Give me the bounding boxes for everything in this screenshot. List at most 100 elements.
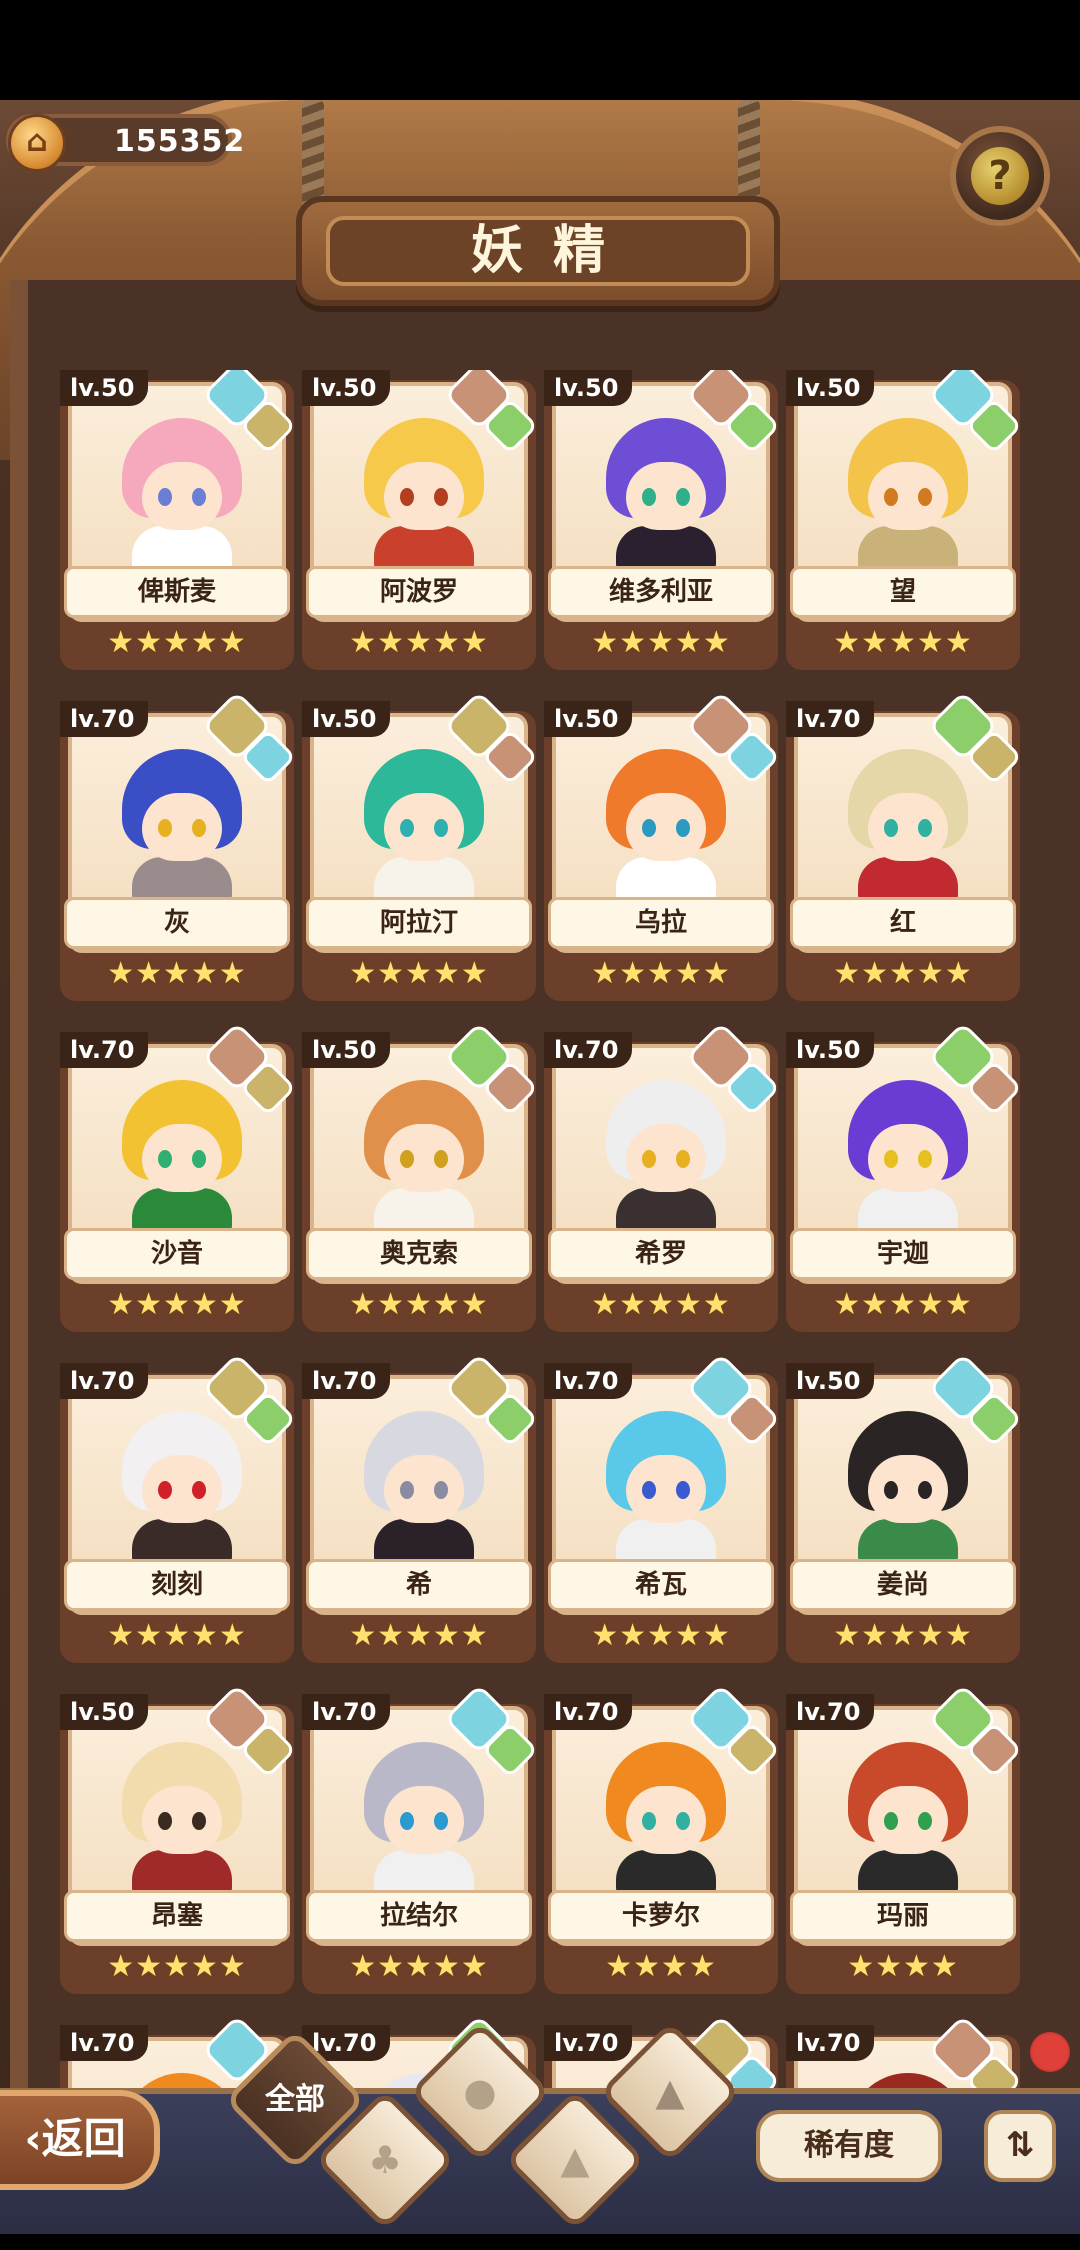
fairy-card[interactable]: lv.70 红 ★★★★★ bbox=[786, 690, 1020, 1001]
star-rating: ★★★★★ bbox=[349, 1287, 489, 1322]
portrait-body bbox=[374, 1850, 474, 1894]
fairy-card[interactable]: lv.50 昂塞 ★★★★★ bbox=[60, 1683, 297, 1994]
star-rating: ★★★★★ bbox=[833, 1287, 973, 1322]
star-rating: ★★★★★ bbox=[833, 625, 973, 660]
fairy-card[interactable]: lv.50 乌拉 ★★★★★ bbox=[544, 690, 781, 1001]
portrait-eye bbox=[434, 1812, 448, 1830]
portrait-body bbox=[858, 1188, 958, 1232]
chevron-left-icon: ‹ bbox=[24, 2114, 42, 2163]
fairy-card[interactable]: lv.50 宇迦 ★★★★★ bbox=[786, 1021, 1020, 1332]
star-rating: ★★★★ bbox=[605, 1949, 717, 1984]
fairy-card[interactable]: lv.70 沙音 ★★★★★ bbox=[60, 1021, 297, 1332]
fairy-card[interactable]: lv.50 望 ★★★★★ bbox=[786, 370, 1020, 670]
back-button[interactable]: ‹返回 bbox=[0, 2090, 160, 2190]
fairy-name: 俾斯麦 bbox=[64, 566, 290, 618]
fairy-level: lv.50 bbox=[786, 1363, 875, 1399]
portrait-eye bbox=[192, 1150, 206, 1168]
portrait-face bbox=[626, 1455, 706, 1523]
portrait-eye bbox=[642, 1812, 656, 1830]
sort-order-icon: ⇅ bbox=[1005, 2125, 1035, 2165]
fairy-portrait bbox=[596, 418, 736, 570]
fairy-level: lv.50 bbox=[302, 370, 391, 406]
fairy-card[interactable]: lv.50 俾斯麦 ★★★★★ bbox=[60, 370, 297, 670]
portrait-eye bbox=[676, 488, 690, 506]
star-rating: ★★★★★ bbox=[591, 956, 731, 991]
page-title: 妖精 bbox=[326, 216, 750, 286]
fairy-name: 阿波罗 bbox=[306, 566, 532, 618]
fairy-name: 红 bbox=[790, 897, 1016, 949]
fairy-level: lv.70 bbox=[60, 1363, 149, 1399]
fairy-name: 希 bbox=[306, 1559, 532, 1611]
fairy-card[interactable]: lv.70 玛丽 ★★★★ bbox=[786, 1683, 1020, 1994]
fairy-name: 希瓦 bbox=[548, 1559, 774, 1611]
portrait-face bbox=[142, 462, 222, 530]
portrait-body bbox=[132, 857, 232, 901]
portrait-eye bbox=[158, 819, 172, 837]
sort-order-button[interactable]: ⇅ bbox=[984, 2110, 1056, 2182]
fairy-name: 姜尚 bbox=[790, 1559, 1016, 1611]
star-rating: ★★★★★ bbox=[833, 956, 973, 991]
portrait-face bbox=[384, 462, 464, 530]
fairy-level: lv.70 bbox=[544, 1032, 633, 1068]
fairy-card[interactable]: lv.70 希 ★★★★★ bbox=[302, 1352, 539, 1663]
portrait-eye bbox=[400, 1481, 414, 1499]
portrait-body bbox=[132, 1850, 232, 1894]
portrait-face bbox=[384, 1455, 464, 1523]
fairy-portrait bbox=[112, 1080, 252, 1232]
fairy-card[interactable]: lv.70 卡萝尔 ★★★★ bbox=[544, 1683, 781, 1994]
fairy-level: lv.70 bbox=[786, 1694, 875, 1730]
help-button[interactable]: ? bbox=[950, 126, 1050, 226]
rope-right bbox=[738, 100, 760, 210]
fairy-level: lv.50 bbox=[544, 370, 633, 406]
portrait-eye bbox=[884, 1481, 898, 1499]
fairy-card[interactable]: lv.70 灰 ★★★★★ bbox=[60, 690, 297, 1001]
portrait-eye bbox=[192, 1481, 206, 1499]
star-rating: ★★★★★ bbox=[107, 625, 247, 660]
fairy-card[interactable]: lv.50 阿拉汀 ★★★★★ bbox=[302, 690, 539, 1001]
portrait-body bbox=[616, 526, 716, 570]
portrait-body bbox=[132, 1519, 232, 1563]
star-rating: ★★★★★ bbox=[107, 1949, 247, 1984]
portrait-face bbox=[868, 1786, 948, 1854]
portrait-body bbox=[616, 1850, 716, 1894]
portrait-eye bbox=[192, 488, 206, 506]
portrait-body bbox=[616, 857, 716, 901]
portrait-face bbox=[626, 793, 706, 861]
fairy-level: lv.70 bbox=[786, 2025, 875, 2061]
fairy-name: 玛丽 bbox=[790, 1890, 1016, 1942]
fairy-name: 乌拉 bbox=[548, 897, 774, 949]
fairy-portrait bbox=[596, 749, 736, 901]
fairy-portrait bbox=[596, 1411, 736, 1563]
star-rating: ★★★★ bbox=[847, 1949, 959, 1984]
portrait-eye bbox=[918, 1150, 932, 1168]
fairy-level: lv.70 bbox=[60, 701, 149, 737]
fairy-level: lv.70 bbox=[302, 1694, 391, 1730]
fairy-card[interactable]: lv.70 刻刻 ★★★★★ bbox=[60, 1352, 297, 1663]
star-rating: ★★★★★ bbox=[349, 956, 489, 991]
fairy-portrait bbox=[596, 1080, 736, 1232]
fairy-card[interactable]: lv.70 希罗 ★★★★★ bbox=[544, 1021, 781, 1332]
portrait-eye bbox=[400, 1150, 414, 1168]
fairy-card[interactable]: lv.70 拉结尔 ★★★★★ bbox=[302, 1683, 539, 1994]
portrait-eye bbox=[676, 1150, 690, 1168]
fairy-card[interactable]: lv.50 姜尚 ★★★★★ bbox=[786, 1352, 1020, 1663]
ladybug-icon bbox=[1030, 2032, 1070, 2072]
portrait-face bbox=[868, 793, 948, 861]
portrait-eye bbox=[642, 819, 656, 837]
portrait-eye bbox=[400, 488, 414, 506]
fairy-card[interactable]: lv.70 希瓦 ★★★★★ bbox=[544, 1352, 781, 1663]
fairy-card[interactable]: lv.50 维多利亚 ★★★★★ bbox=[544, 370, 781, 670]
portrait-eye bbox=[158, 1481, 172, 1499]
fairy-name: 灰 bbox=[64, 897, 290, 949]
star-rating: ★★★★★ bbox=[107, 956, 247, 991]
coin-icon: ⌂ bbox=[8, 114, 66, 172]
portrait-face bbox=[626, 1124, 706, 1192]
portrait-eye bbox=[400, 819, 414, 837]
fairy-card[interactable]: lv.50 奥克索 ★★★★★ bbox=[302, 1021, 539, 1332]
portrait-face bbox=[384, 1124, 464, 1192]
fairy-level: lv.50 bbox=[60, 1694, 149, 1730]
fairy-level: lv.50 bbox=[302, 701, 391, 737]
sort-rarity-button[interactable]: 稀有度 bbox=[756, 2110, 942, 2182]
star-rating: ★★★★★ bbox=[591, 1618, 731, 1653]
fairy-card[interactable]: lv.50 阿波罗 ★★★★★ bbox=[302, 370, 539, 670]
